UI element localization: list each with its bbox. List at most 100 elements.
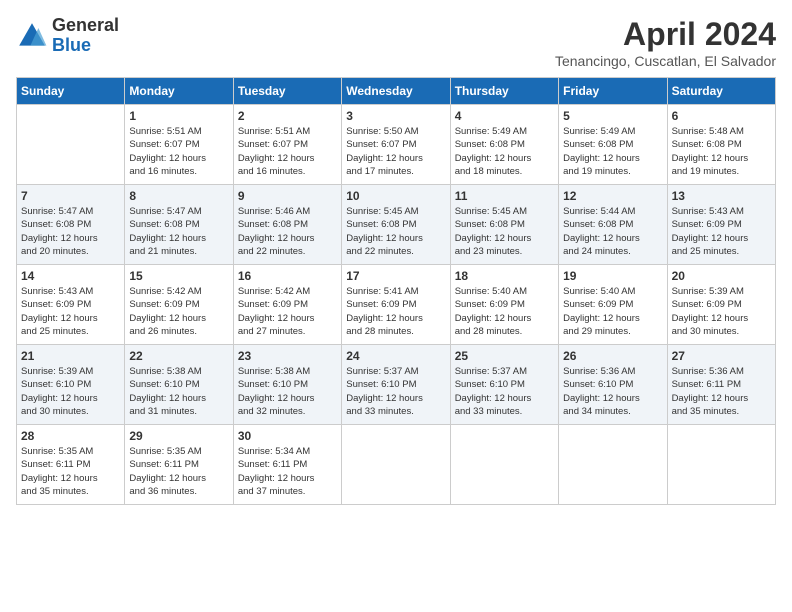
calendar-cell: 7 Sunrise: 5:47 AM Sunset: 6:08 PM Daylig… (17, 185, 125, 265)
day-number: 1 (129, 109, 228, 123)
calendar-cell (17, 105, 125, 185)
day-info: Sunrise: 5:49 AM Sunset: 6:08 PM Dayligh… (563, 125, 662, 178)
day-number: 6 (672, 109, 771, 123)
day-info: Sunrise: 5:47 AM Sunset: 6:08 PM Dayligh… (21, 205, 120, 258)
calendar-week-row: 7 Sunrise: 5:47 AM Sunset: 6:08 PM Daylig… (17, 185, 776, 265)
calendar-cell: 1 Sunrise: 5:51 AM Sunset: 6:07 PM Daylig… (125, 105, 233, 185)
calendar-cell (559, 425, 667, 505)
calendar-cell: 19 Sunrise: 5:40 AM Sunset: 6:09 PM Dayli… (559, 265, 667, 345)
day-info: Sunrise: 5:36 AM Sunset: 6:11 PM Dayligh… (672, 365, 771, 418)
location: Tenancingo, Cuscatlan, El Salvador (555, 53, 776, 69)
day-number: 21 (21, 349, 120, 363)
calendar-cell: 6Sunrise: 5:48 AM Sunset: 6:08 PM Daylig… (667, 105, 775, 185)
calendar-header-wednesday: Wednesday (342, 78, 450, 105)
day-number: 7 (21, 189, 120, 203)
day-info: Sunrise: 5:50 AM Sunset: 6:07 PM Dayligh… (346, 125, 445, 178)
calendar-cell: 11Sunrise: 5:45 AM Sunset: 6:08 PM Dayli… (450, 185, 558, 265)
title-block: April 2024 Tenancingo, Cuscatlan, El Sal… (555, 16, 776, 69)
day-info: Sunrise: 5:44 AM Sunset: 6:08 PM Dayligh… (563, 205, 662, 258)
calendar-cell: 10 Sunrise: 5:45 AM Sunset: 6:08 PM Dayli… (342, 185, 450, 265)
calendar-week-row: 1 Sunrise: 5:51 AM Sunset: 6:07 PM Daylig… (17, 105, 776, 185)
day-info: Sunrise: 5:47 AM Sunset: 6:08 PM Dayligh… (129, 205, 228, 258)
day-number: 14 (21, 269, 120, 283)
calendar-cell: 18 Sunrise: 5:40 AM Sunset: 6:09 PM Dayli… (450, 265, 558, 345)
calendar-cell: 23 Sunrise: 5:38 AM Sunset: 6:10 PM Dayli… (233, 345, 341, 425)
calendar-cell: 12 Sunrise: 5:44 AM Sunset: 6:08 PM Dayli… (559, 185, 667, 265)
calendar-cell: 16Sunrise: 5:42 AM Sunset: 6:09 PM Dayli… (233, 265, 341, 345)
day-number: 2 (238, 109, 337, 123)
calendar-cell: 5Sunrise: 5:49 AM Sunset: 6:08 PM Daylig… (559, 105, 667, 185)
calendar-week-row: 28 Sunrise: 5:35 AM Sunset: 6:11 PM Dayli… (17, 425, 776, 505)
calendar-cell: 3Sunrise: 5:50 AM Sunset: 6:07 PM Daylig… (342, 105, 450, 185)
calendar-cell: 22Sunrise: 5:38 AM Sunset: 6:10 PM Dayli… (125, 345, 233, 425)
day-number: 22 (129, 349, 228, 363)
day-info: Sunrise: 5:39 AM Sunset: 6:10 PM Dayligh… (21, 365, 120, 418)
day-info: Sunrise: 5:42 AM Sunset: 6:09 PM Dayligh… (238, 285, 337, 338)
calendar-cell: 21 Sunrise: 5:39 AM Sunset: 6:10 PM Dayli… (17, 345, 125, 425)
calendar-cell: 4 Sunrise: 5:49 AM Sunset: 6:08 PM Daylig… (450, 105, 558, 185)
day-number: 25 (455, 349, 554, 363)
calendar-header-tuesday: Tuesday (233, 78, 341, 105)
day-number: 30 (238, 429, 337, 443)
calendar-cell: 9 Sunrise: 5:46 AM Sunset: 6:08 PM Daylig… (233, 185, 341, 265)
calendar-header-monday: Monday (125, 78, 233, 105)
day-info: Sunrise: 5:51 AM Sunset: 6:07 PM Dayligh… (129, 125, 228, 178)
day-info: Sunrise: 5:49 AM Sunset: 6:08 PM Dayligh… (455, 125, 554, 178)
day-info: Sunrise: 5:46 AM Sunset: 6:08 PM Dayligh… (238, 205, 337, 258)
day-number: 9 (238, 189, 337, 203)
calendar-cell: 26Sunrise: 5:36 AM Sunset: 6:10 PM Dayli… (559, 345, 667, 425)
calendar-cell: 27Sunrise: 5:36 AM Sunset: 6:11 PM Dayli… (667, 345, 775, 425)
calendar-cell: 20Sunrise: 5:39 AM Sunset: 6:09 PM Dayli… (667, 265, 775, 345)
day-info: Sunrise: 5:34 AM Sunset: 6:11 PM Dayligh… (238, 445, 337, 498)
day-number: 4 (455, 109, 554, 123)
logo-icon (16, 20, 48, 52)
day-info: Sunrise: 5:37 AM Sunset: 6:10 PM Dayligh… (346, 365, 445, 418)
logo-general-text: General (52, 16, 119, 36)
logo-blue-text: Blue (52, 36, 119, 56)
day-info: Sunrise: 5:37 AM Sunset: 6:10 PM Dayligh… (455, 365, 554, 418)
calendar-cell: 25 Sunrise: 5:37 AM Sunset: 6:10 PM Dayli… (450, 345, 558, 425)
day-number: 24 (346, 349, 445, 363)
day-info: Sunrise: 5:45 AM Sunset: 6:08 PM Dayligh… (455, 205, 554, 258)
day-info: Sunrise: 5:45 AM Sunset: 6:08 PM Dayligh… (346, 205, 445, 258)
day-number: 26 (563, 349, 662, 363)
day-number: 28 (21, 429, 120, 443)
calendar-header-sunday: Sunday (17, 78, 125, 105)
day-info: Sunrise: 5:38 AM Sunset: 6:10 PM Dayligh… (238, 365, 337, 418)
day-number: 13 (672, 189, 771, 203)
day-info: Sunrise: 5:41 AM Sunset: 6:09 PM Dayligh… (346, 285, 445, 338)
day-info: Sunrise: 5:40 AM Sunset: 6:09 PM Dayligh… (455, 285, 554, 338)
calendar-cell (450, 425, 558, 505)
day-number: 15 (129, 269, 228, 283)
calendar-table: SundayMondayTuesdayWednesdayThursdayFrid… (16, 77, 776, 505)
day-number: 12 (563, 189, 662, 203)
day-info: Sunrise: 5:35 AM Sunset: 6:11 PM Dayligh… (21, 445, 120, 498)
day-info: Sunrise: 5:40 AM Sunset: 6:09 PM Dayligh… (563, 285, 662, 338)
calendar-header-saturday: Saturday (667, 78, 775, 105)
calendar-cell: 2 Sunrise: 5:51 AM Sunset: 6:07 PM Daylig… (233, 105, 341, 185)
calendar-cell: 24 Sunrise: 5:37 AM Sunset: 6:10 PM Dayli… (342, 345, 450, 425)
day-number: 29 (129, 429, 228, 443)
month-title: April 2024 (555, 16, 776, 53)
calendar-header-thursday: Thursday (450, 78, 558, 105)
calendar-cell: 8Sunrise: 5:47 AM Sunset: 6:08 PM Daylig… (125, 185, 233, 265)
calendar-week-row: 14 Sunrise: 5:43 AM Sunset: 6:09 PM Dayli… (17, 265, 776, 345)
calendar-header-friday: Friday (559, 78, 667, 105)
day-number: 19 (563, 269, 662, 283)
calendar-cell (667, 425, 775, 505)
calendar-cell: 29 Sunrise: 5:35 AM Sunset: 6:11 PM Dayli… (125, 425, 233, 505)
day-info: Sunrise: 5:43 AM Sunset: 6:09 PM Dayligh… (21, 285, 120, 338)
calendar-cell: 14 Sunrise: 5:43 AM Sunset: 6:09 PM Dayli… (17, 265, 125, 345)
day-info: Sunrise: 5:43 AM Sunset: 6:09 PM Dayligh… (672, 205, 771, 258)
calendar-week-row: 21 Sunrise: 5:39 AM Sunset: 6:10 PM Dayli… (17, 345, 776, 425)
page-header: General Blue April 2024 Tenancingo, Cusc… (16, 16, 776, 69)
calendar-cell: 17Sunrise: 5:41 AM Sunset: 6:09 PM Dayli… (342, 265, 450, 345)
day-number: 18 (455, 269, 554, 283)
day-info: Sunrise: 5:35 AM Sunset: 6:11 PM Dayligh… (129, 445, 228, 498)
day-number: 23 (238, 349, 337, 363)
day-number: 10 (346, 189, 445, 203)
day-info: Sunrise: 5:42 AM Sunset: 6:09 PM Dayligh… (129, 285, 228, 338)
day-info: Sunrise: 5:51 AM Sunset: 6:07 PM Dayligh… (238, 125, 337, 178)
calendar-cell: 30 Sunrise: 5:34 AM Sunset: 6:11 PM Dayli… (233, 425, 341, 505)
calendar-cell: 13 Sunrise: 5:43 AM Sunset: 6:09 PM Dayli… (667, 185, 775, 265)
